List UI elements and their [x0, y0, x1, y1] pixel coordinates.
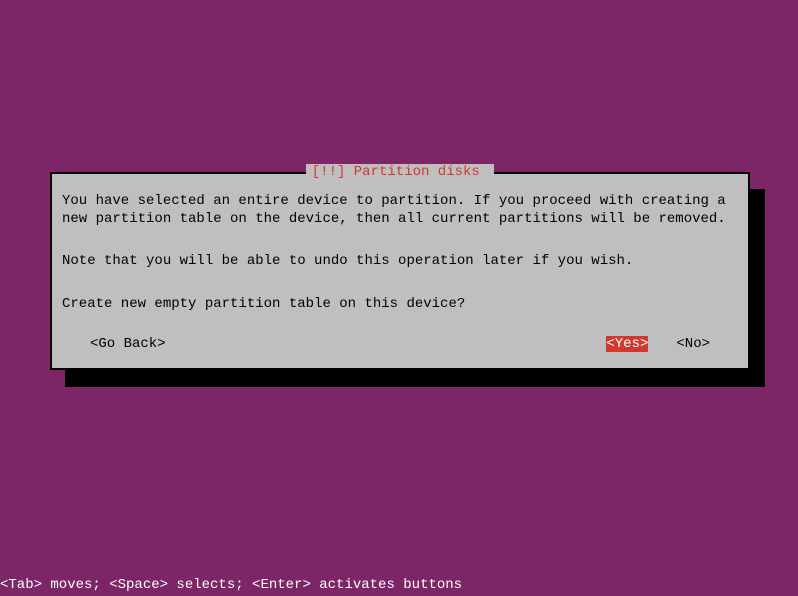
status-bar: <Tab> moves; <Space> selects; <Enter> ac… — [0, 577, 462, 593]
dialog-title-text: Partition disks — [354, 164, 480, 180]
go-back-button[interactable]: <Go Back> — [90, 336, 166, 352]
dialog-paragraph-2: Note that you will be able to undo this … — [62, 252, 738, 270]
dialog-paragraph-1: You have selected an entire device to pa… — [62, 192, 738, 228]
no-button[interactable]: <No> — [676, 336, 710, 352]
spacer — [62, 279, 738, 287]
yes-button[interactable]: <Yes> — [606, 336, 648, 352]
dialog-title-prefix: [!!] — [312, 164, 354, 180]
dialog-title: [!!] Partition disks — [306, 164, 494, 180]
dialog-title-wrapper: [!!] Partition disks — [52, 164, 748, 180]
button-row: <Go Back> <Yes> <No> — [62, 336, 738, 352]
spacer — [62, 236, 738, 244]
dialog-question: Create new empty partition table on this… — [62, 295, 738, 313]
partition-dialog: [!!] Partition disks You have selected a… — [50, 172, 750, 370]
